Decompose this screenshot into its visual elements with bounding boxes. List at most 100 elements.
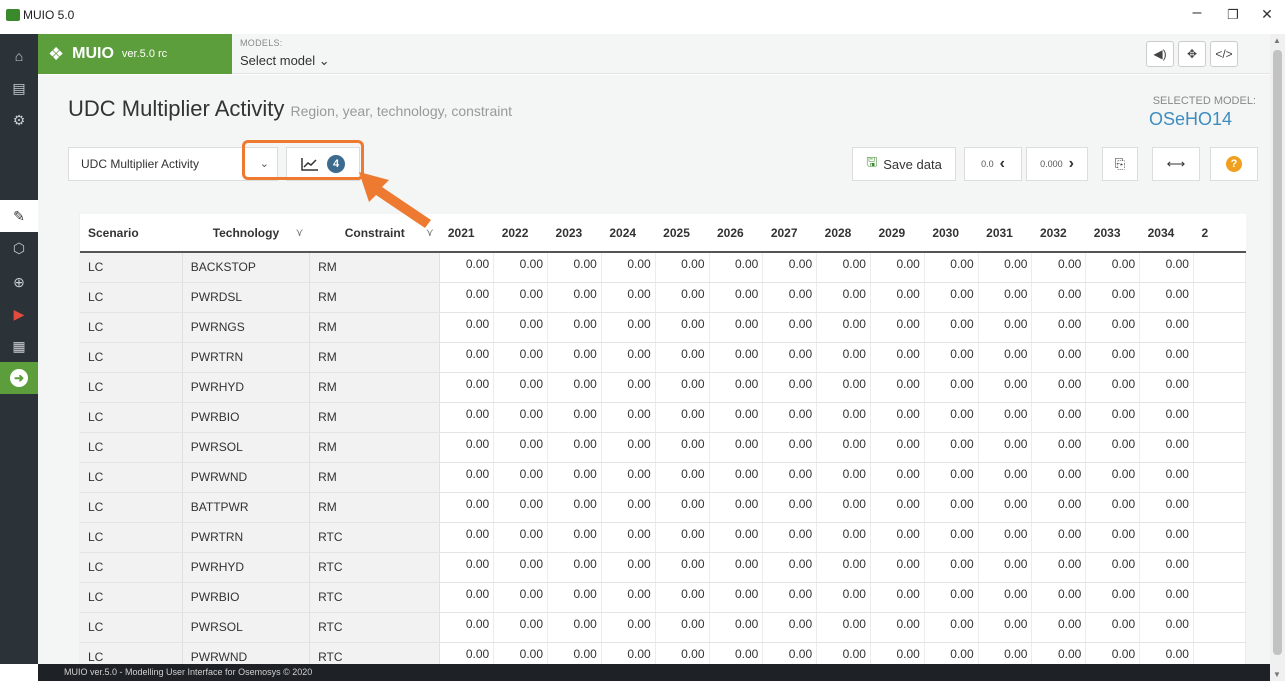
cell-value[interactable]: 0.00: [816, 252, 871, 283]
cell-value[interactable]: 0.00: [870, 492, 925, 523]
cell-value[interactable]: 0.00: [870, 612, 925, 643]
sidebar-item-table[interactable]: ▦: [0, 330, 38, 362]
column-header-technology[interactable]: Technology ⋎: [182, 214, 310, 253]
cell-value[interactable]: 0.00: [816, 372, 871, 403]
cell-value[interactable]: 0.00: [978, 642, 1033, 664]
cell-value[interactable]: 0.00: [439, 642, 495, 664]
cell-value[interactable]: 0.00: [978, 312, 1033, 343]
cell-value[interactable]: 0.00: [1139, 522, 1194, 553]
cell-value[interactable]: 0.00: [1031, 462, 1087, 493]
cell-value[interactable]: 0.00: [547, 552, 602, 583]
sidebar-item-document[interactable]: ▤: [0, 72, 38, 104]
cell-value[interactable]: 0.00: [493, 522, 549, 553]
cell-value[interactable]: [1193, 252, 1246, 283]
cell-value[interactable]: 0.00: [601, 252, 656, 283]
cell-value[interactable]: 0.00: [439, 612, 495, 643]
cell-value[interactable]: 0.00: [978, 432, 1033, 463]
cell-value[interactable]: 0.00: [493, 552, 549, 583]
cell-value[interactable]: 0.00: [1085, 582, 1141, 613]
cell-value[interactable]: 0.00: [1085, 462, 1141, 493]
sidebar-item-settings[interactable]: ⚙: [0, 104, 38, 136]
cell-value[interactable]: 0.00: [1085, 432, 1141, 463]
cell-value[interactable]: 0.00: [816, 642, 871, 664]
column-header-year[interactable]: 2: [1193, 214, 1246, 253]
cell-value[interactable]: 0.00: [547, 522, 602, 553]
cell-value[interactable]: 0.00: [601, 582, 656, 613]
cell-value[interactable]: 0.00: [547, 282, 602, 313]
column-header-year[interactable]: 2028: [816, 214, 871, 253]
cell-value[interactable]: 0.00: [493, 492, 549, 523]
cell-value[interactable]: 0.00: [1085, 612, 1141, 643]
model-select[interactable]: Select model ⌄: [240, 53, 330, 69]
cell-value[interactable]: 0.00: [1085, 282, 1141, 313]
cell-value[interactable]: 0.00: [978, 552, 1033, 583]
cell-value[interactable]: [1193, 582, 1246, 613]
column-header-year[interactable]: 2029: [870, 214, 925, 253]
cell-value[interactable]: 0.00: [816, 462, 871, 493]
cell-value[interactable]: 0.00: [601, 522, 656, 553]
cell-value[interactable]: 0.00: [655, 432, 710, 463]
cell-value[interactable]: 0.00: [655, 342, 710, 373]
cell-value[interactable]: 0.00: [762, 402, 818, 433]
cell-value[interactable]: 0.00: [493, 582, 549, 613]
cell-value[interactable]: 0.00: [1031, 282, 1087, 313]
column-header-year[interactable]: 2025: [655, 214, 709, 253]
cell-value[interactable]: 0.00: [1085, 312, 1141, 343]
cell-value[interactable]: 0.00: [1085, 522, 1141, 553]
cell-value[interactable]: 0.00: [709, 402, 764, 433]
cell-value[interactable]: 0.00: [655, 582, 710, 613]
sidebar-item-next[interactable]: ➜: [0, 362, 38, 394]
cell-value[interactable]: 0.00: [924, 642, 979, 664]
column-header-year[interactable]: 2026: [709, 214, 763, 253]
cell-value[interactable]: 0.00: [601, 372, 656, 403]
cell-value[interactable]: 0.00: [493, 462, 549, 493]
cell-value[interactable]: 0.00: [601, 612, 656, 643]
cell-value[interactable]: 0.00: [655, 552, 710, 583]
cell-value[interactable]: 0.00: [816, 312, 871, 343]
cell-value[interactable]: 0.00: [870, 252, 925, 283]
cell-value[interactable]: 0.00: [1031, 372, 1087, 403]
cell-value[interactable]: [1193, 312, 1246, 343]
scrollbar[interactable]: ▲ ▼: [1270, 34, 1285, 681]
cell-value[interactable]: 0.00: [655, 642, 710, 664]
cell-value[interactable]: [1193, 492, 1246, 523]
cell-value[interactable]: 0.00: [601, 282, 656, 313]
cell-value[interactable]: 0.00: [655, 312, 710, 343]
cell-value[interactable]: 0.00: [709, 252, 764, 283]
cell-value[interactable]: 0.00: [439, 432, 495, 463]
cell-value[interactable]: 0.00: [1139, 372, 1194, 403]
cell-value[interactable]: 0.00: [1139, 492, 1194, 523]
cell-value[interactable]: 0.00: [762, 312, 818, 343]
column-header-year[interactable]: 2024: [601, 214, 656, 253]
cell-value[interactable]: [1193, 372, 1246, 403]
cell-value[interactable]: 0.00: [709, 462, 764, 493]
cell-value[interactable]: 0.00: [1139, 252, 1194, 283]
cell-value[interactable]: 0.00: [816, 582, 871, 613]
cell-value[interactable]: 0.00: [924, 552, 979, 583]
sound-button[interactable]: ◀): [1146, 41, 1174, 67]
cell-value[interactable]: 0.00: [493, 402, 549, 433]
cell-value[interactable]: 0.00: [870, 282, 925, 313]
cell-value[interactable]: 0.00: [978, 492, 1033, 523]
cell-value[interactable]: 0.00: [1085, 492, 1141, 523]
column-header-year[interactable]: 2022: [493, 214, 548, 253]
cell-value[interactable]: 0.00: [547, 492, 602, 523]
cell-value[interactable]: 0.00: [709, 372, 764, 403]
cell-value[interactable]: 0.00: [762, 252, 818, 283]
cell-value[interactable]: 0.00: [439, 462, 495, 493]
cell-value[interactable]: 0.00: [1031, 642, 1087, 664]
cell-value[interactable]: 0.00: [1031, 492, 1087, 523]
cell-value[interactable]: 0.00: [1139, 282, 1194, 313]
cell-value[interactable]: 0.00: [1139, 402, 1194, 433]
cell-value[interactable]: 0.00: [762, 522, 818, 553]
cell-value[interactable]: 0.00: [978, 342, 1033, 373]
cell-value[interactable]: 0.00: [547, 372, 602, 403]
cell-value[interactable]: 0.00: [924, 252, 979, 283]
cell-value[interactable]: 0.00: [924, 522, 979, 553]
cell-value[interactable]: 0.00: [870, 582, 925, 613]
cell-value[interactable]: 0.00: [439, 522, 495, 553]
cell-value[interactable]: 0.00: [547, 252, 602, 283]
close-window-button[interactable]: ✕: [1252, 6, 1282, 23]
cell-value[interactable]: 0.00: [709, 552, 764, 583]
cell-value[interactable]: 0.00: [924, 432, 979, 463]
